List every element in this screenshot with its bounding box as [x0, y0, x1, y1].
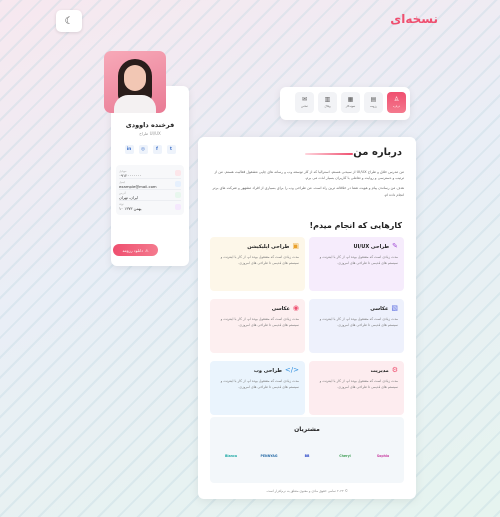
title-underline	[305, 153, 353, 155]
dribbble-icon[interactable]: ◎	[138, 145, 148, 154]
blog-icon: ▥	[324, 96, 331, 103]
service-card: ◉ عکاسی مدت زیادی است که مشغول بوده ام، ا…	[210, 299, 305, 353]
footer-text: © ۲۰۲۴ تمامی حقوق مادی و معنوی متعلق به …	[266, 489, 348, 493]
contact-address: آدرس ایران، تهران	[119, 190, 181, 201]
design-icon: ✎	[392, 242, 398, 250]
tab-blog[interactable]: ▥ وبلاگ	[318, 92, 337, 113]
about-paragraph: من مدرس خلاق و طراح UI/UX از سیدنی هستم.…	[214, 170, 404, 181]
download-resume-button[interactable]: ⚠ دانلود رزومه	[113, 244, 158, 256]
avatar	[104, 51, 166, 113]
client-logo[interactable]: PENNYAG	[256, 445, 282, 467]
service-card: ✎ طراحی UI/UX مدت زیادی است که مشغول بوده…	[309, 237, 404, 291]
camera-icon: ◉	[292, 304, 299, 312]
tab-contact[interactable]: ✉ تماس	[295, 92, 314, 113]
code-icon: </>	[284, 366, 299, 374]
contact-email: ایمیل example@mail.com	[119, 179, 181, 190]
contact-birthday: تولد ۱۰ بهمن ۱۳۷۳	[119, 201, 181, 212]
about-title: درباره من	[353, 147, 402, 158]
phone-icon	[175, 170, 181, 176]
service-card: ▧ عکاسی مدت زیادی است که مشغول بوده ام، ا…	[309, 299, 404, 353]
mail-icon: ✉	[301, 96, 308, 103]
profile-name: فرخنده داوودی	[125, 121, 175, 129]
brand-logo[interactable]: نسخه‌ای	[390, 12, 438, 26]
clients-section: مشتریان Bianca PENNYAG BB Cheryl Sophia	[210, 417, 404, 483]
client-logo[interactable]: Bianca	[218, 445, 244, 467]
client-logos: Bianca PENNYAG BB Cheryl Sophia	[218, 445, 396, 467]
profile-job-title: طراح UI/UX	[139, 131, 161, 136]
client-logo[interactable]: Cheryl	[332, 445, 358, 467]
tab-portfolio[interactable]: ▦ نمونه‌کار	[341, 92, 360, 113]
main-nav: ♙ درباره ▤ رزومه ▦ نمونه‌کار ▥ وبلاگ ✉ ت…	[280, 87, 410, 120]
contact-info: موبایل ۰۹۱۲۰۰۰۰۰۰۰ ایمیل example@mail.com …	[116, 165, 184, 215]
tab-about[interactable]: ♙ درباره	[387, 92, 406, 113]
file-icon: ▤	[370, 96, 377, 103]
management-icon: ⚙	[391, 366, 398, 374]
image-icon: ▧	[391, 304, 398, 312]
about-text: من مدرس خلاق و طراح UI/UX از سیدنی هستم.…	[210, 169, 404, 202]
client-logo[interactable]: BB	[294, 445, 320, 467]
contact-phone: موبایل ۰۹۱۲۰۰۰۰۰۰۰	[119, 168, 181, 179]
download-icon: ⚠	[144, 247, 149, 253]
social-links: in ◎ f t	[118, 145, 182, 154]
clients-title: مشتریان	[294, 426, 320, 433]
moon-icon: ☾	[64, 15, 74, 27]
main-content: درباره من من مدرس خلاق و طراح UI/UX از س…	[198, 137, 416, 499]
service-card: </> طراحی وب مدت زیادی است که مشغول بوده …	[210, 361, 305, 415]
calendar-icon	[175, 203, 181, 210]
twitter-icon[interactable]: t	[166, 145, 176, 154]
tab-resume[interactable]: ▤ رزومه	[364, 92, 383, 113]
facebook-icon[interactable]: f	[152, 145, 162, 154]
service-card: ▣ طراحی اپلیکیشن مدت زیادی است که مشغول ب…	[210, 237, 305, 291]
client-logo[interactable]: Sophia	[370, 445, 396, 467]
linkedin-icon[interactable]: in	[124, 145, 134, 154]
app-icon: ▣	[292, 242, 299, 250]
briefcase-icon: ▦	[347, 96, 354, 103]
theme-toggle-button[interactable]: ☾	[56, 10, 82, 32]
services-grid: ✎ طراحی UI/UX مدت زیادی است که مشغول بوده…	[210, 237, 404, 415]
user-icon: ♙	[393, 96, 400, 103]
services-title: کارهایی که انجام میدم!	[309, 221, 403, 230]
about-paragraph: هدف من رساندن پیام و هویت شما در خلاقانه…	[212, 186, 404, 197]
service-card: ⚙ مدیریت مدت زیادی است که مشغول بوده ام، …	[309, 361, 404, 415]
location-icon	[175, 192, 181, 198]
mail-icon	[175, 181, 181, 187]
